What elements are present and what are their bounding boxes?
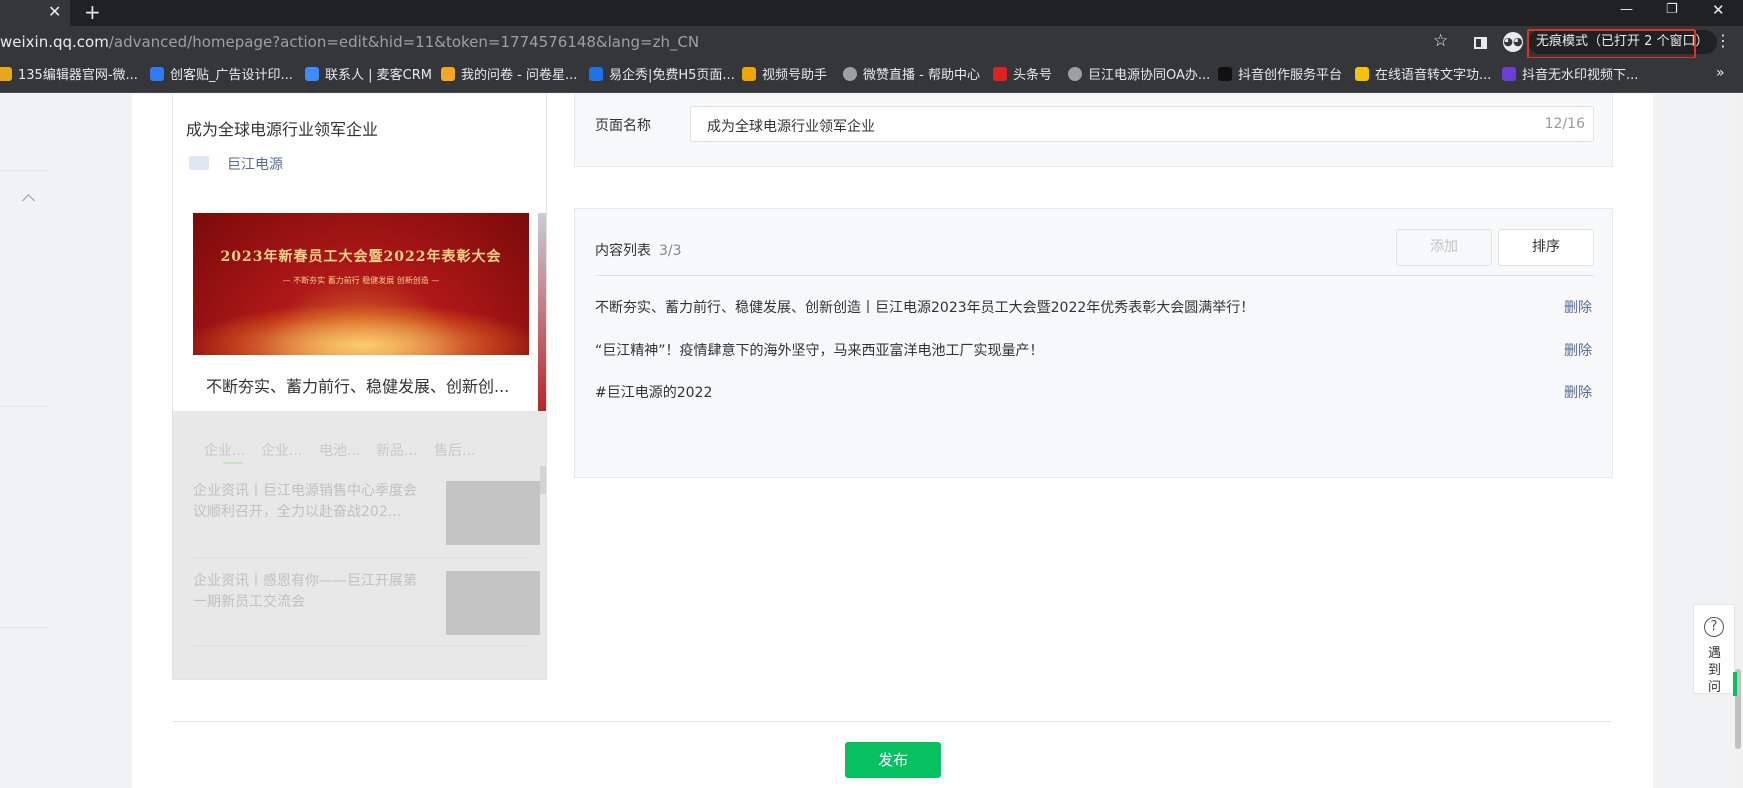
bookmark-item[interactable]: 在线语音转文字功... (1355, 67, 1491, 84)
bookmark-favicon-icon (305, 67, 319, 81)
page-content: 成为全球电源行业领军企业 巨江电源 2023年新春员工大会暨2022年表彰大会 … (0, 94, 1743, 788)
close-window-icon[interactable]: ✕ (1712, 0, 1725, 20)
bookmark-favicon-icon (1355, 67, 1369, 81)
preview-tab[interactable]: 售后... (434, 440, 475, 460)
menu-kebab-icon[interactable]: ⋮ (1715, 31, 1731, 50)
help-label: 遇到问 (1708, 646, 1722, 695)
nav-divider (0, 170, 48, 171)
url-text[interactable]: weixin.qq.com/advanced/homepage?action=e… (0, 34, 699, 50)
banner-glow (193, 303, 529, 355)
article-thumbnail (446, 571, 540, 635)
content-item-title: #巨江电源的2022 (595, 385, 713, 401)
bookmark-favicon-icon (843, 67, 857, 81)
bookmark-item[interactable]: 视频号助手 (742, 67, 827, 84)
bookmark-favicon-icon (441, 67, 455, 81)
content-list-divider (595, 275, 1594, 276)
bookmark-item[interactable]: 头条号 (993, 67, 1052, 84)
nav-divider (0, 406, 48, 407)
homepage-preview: 成为全球电源行业领军企业 巨江电源 2023年新春员工大会暨2022年表彰大会 … (172, 94, 547, 680)
nav-divider (0, 627, 48, 628)
preview-scrollbar[interactable] (540, 466, 546, 494)
article-title: 企业资讯丨感恩有你——巨江开展第一期新员工交流会 (193, 573, 417, 610)
article-thumbnail (446, 481, 540, 545)
bookmark-favicon-icon (993, 67, 1007, 81)
bookmarks-bar: 135编辑器官网-微... 创客贴_广告设计印... 联系人 | 麦客CRM 我… (0, 58, 1743, 93)
bookmark-item[interactable]: 易企秀|免费H5页面... (589, 67, 735, 84)
footer-divider (172, 721, 1612, 722)
highlight-box (1527, 29, 1696, 59)
chevron-up-icon[interactable] (22, 194, 35, 207)
sort-button[interactable]: 排序 (1498, 229, 1594, 266)
side-panel-icon[interactable] (1474, 37, 1487, 49)
active-tab-underline (223, 462, 243, 464)
tab-close-icon[interactable]: ✕ (48, 2, 61, 22)
content-count: 3/3 (659, 243, 682, 259)
preview-tab[interactable]: 企业... (204, 440, 245, 460)
page-name-input[interactable]: 成为全球电源行业领军企业 12/16 (690, 106, 1594, 142)
page-name-section: 页面名称 成为全球电源行业领军企业 12/16 (574, 94, 1613, 167)
bookmark-item[interactable]: 抖音无水印视频下... (1502, 67, 1638, 84)
new-tab-icon[interactable]: + (84, 0, 101, 24)
minimize-icon[interactable]: — (1620, 0, 1633, 20)
article-title: 企业资讯丨巨江电源销售中心季度会议顺利召开，全力以赴奋战202... (193, 483, 417, 520)
banner-subtitle: — 不断夯实 蓄力前行 稳健发展 创新创造 — (282, 276, 440, 285)
bookmark-item[interactable]: 微赞直播 - 帮助中心 (843, 67, 980, 84)
page-name-counter: 12/16 (1544, 116, 1585, 132)
content-list-section: 内容列表 3/3 添加 排序 不断夯实、蓄力前行、稳健发展、创新创造丨巨江电源20… (574, 208, 1613, 478)
address-bar[interactable]: weixin.qq.com/advanced/homepage?action=e… (0, 26, 1743, 58)
restore-icon[interactable]: ❐ (1666, 0, 1678, 20)
preview-brand: 巨江电源 (227, 157, 283, 173)
delete-button[interactable]: 删除 (1564, 340, 1592, 360)
brand-logo-icon (189, 156, 209, 170)
content-item-title: “巨江精神”！疫情肆意下的海外坚守，马来西亚富洋电池工厂实现量产！ (595, 343, 1044, 359)
delete-button[interactable]: 删除 (1564, 297, 1592, 317)
banner-image[interactable]: 2023年新春员工大会暨2022年表彰大会 — 不断夯实 蓄力前行 稳健发展 创… (193, 213, 529, 355)
article-divider (193, 557, 528, 558)
bookmark-favicon-icon (150, 67, 164, 81)
bookmark-item[interactable]: 联系人 | 麦客CRM (305, 67, 432, 84)
bookmark-item[interactable]: 135编辑器官网-微... (0, 67, 138, 84)
content-item-title: 不断夯实、蓄力前行、稳健发展、创新创造丨巨江电源2023年员工大会暨2022年优… (595, 300, 1255, 316)
preview-content-overlay: 企业... 企业... 电池... 新品... 售后... 企业资讯丨巨江电源销… (173, 411, 546, 679)
browser-tab-bar: ✕ + — ❐ ✕ (0, 0, 1743, 26)
page-name-label: 页面名称 (595, 118, 651, 134)
add-button[interactable]: 添加 (1396, 229, 1492, 266)
publish-button[interactable]: 发布 (845, 742, 941, 778)
bookmark-favicon-icon (1068, 67, 1082, 81)
bookmark-favicon-icon (1502, 67, 1516, 81)
banner-caption-text: 不断夯实、蓄力前行、稳健发展、创新创... (206, 377, 510, 396)
page-name-value: 成为全球电源行业领军企业 (707, 119, 875, 135)
green-indicator (1733, 672, 1737, 696)
bookmark-star-icon[interactable]: ☆ (1433, 31, 1448, 51)
preview-title: 成为全球电源行业领军企业 (186, 120, 379, 139)
bookmark-item[interactable]: 我的问卷 - 问卷星... (441, 67, 577, 84)
bookmark-item[interactable]: 抖音创作服务平台 (1218, 67, 1342, 84)
preview-tab[interactable]: 企业... (261, 440, 302, 460)
bookmarks-overflow-icon[interactable]: » (1716, 65, 1725, 81)
bookmark-item[interactable]: 创客贴_广告设计印... (150, 67, 293, 84)
preview-tab[interactable]: 电池... (319, 440, 360, 460)
bookmark-favicon-icon (742, 67, 756, 81)
banner-title: 2023年新春员工大会暨2022年表彰大会 (220, 249, 502, 265)
browser-tab[interactable]: ✕ (0, 0, 70, 26)
bookmark-favicon-icon (589, 67, 603, 81)
next-banner-card[interactable] (538, 213, 546, 411)
article-divider (193, 645, 528, 646)
preview-tab[interactable]: 新品... (376, 440, 417, 460)
bookmark-favicon-icon (0, 67, 12, 81)
bookmark-item[interactable]: 巨江电源协同OA办... (1068, 67, 1210, 84)
help-question-icon: ? (1704, 617, 1724, 637)
help-widget[interactable]: ? 遇到问 (1693, 604, 1735, 695)
delete-button[interactable]: 删除 (1564, 382, 1592, 402)
banner-caption[interactable]: 不断夯实、蓄力前行、稳健发展、创新创... (193, 355, 529, 411)
content-list-label: 内容列表 3/3 (595, 243, 682, 259)
bookmark-favicon-icon (1218, 67, 1232, 81)
incognito-icon[interactable]: ◕◕ (1503, 32, 1523, 52)
